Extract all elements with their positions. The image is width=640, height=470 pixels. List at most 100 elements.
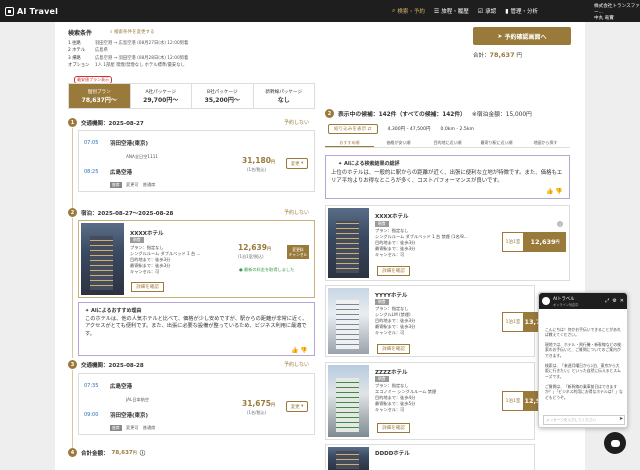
thumbs-down-icon[interactable]: 👎 [300, 347, 307, 354]
select-hotel-button[interactable]: 1泊1室 12,639 円 [502, 232, 566, 252]
meal-tag: 朝食 [375, 376, 389, 382]
change-flight-button[interactable]: 変更 ▾ [286, 158, 308, 169]
feedback-icons: 👍 👎 [546, 188, 563, 195]
hotel-photo[interactable] [81, 223, 124, 295]
send-icon[interactable]: ➤ [619, 416, 623, 422]
hotel-detail-button[interactable]: 詳細を確認 [377, 344, 410, 354]
hotel-detail-button[interactable]: 詳細を確認 [377, 266, 410, 276]
top-bar: AI Travel ⌕ 検索・予約 ☰ 旅程・履歴 ☑ 承認 ▮ 管理・分析 株式会社ト… [0, 0, 640, 22]
skip-booking-link[interactable]: 予約しない [284, 119, 309, 126]
flight-card-outbound: 07:05 羽田空港(東京) ANA全日空1111 08:25 広島空港 座席 … [78, 130, 315, 192]
tab-package-a[interactable]: A社パッケージ 29,700円〜 [131, 84, 192, 108]
hotel-info: プラン：指定なし シングルルーム ダブルベッド 1 台 禁煙 (1名/8... … [375, 228, 468, 257]
hotel-name[interactable]: XXXXホテル [130, 229, 163, 237]
results-header: 2 表示中の候補：142件（すべての候補：142件） ※宿泊金額：15,000円 [325, 109, 532, 118]
thumbs-up-icon[interactable]: 👍 [546, 188, 553, 195]
departure-airport: 広島空港 [110, 384, 133, 390]
meal-tag: 朝食 [375, 221, 389, 227]
hotel-photo[interactable] [328, 365, 369, 437]
section-flight-outbound-title: 1 交通機関：2025-08-27 [68, 118, 144, 127]
thumbs-down-icon[interactable]: 👎 [555, 188, 562, 195]
hotel-photo[interactable] [328, 208, 369, 278]
nav-itinerary[interactable]: ☰ 旅程・履歴 [433, 7, 469, 16]
condition-row: 3 帰路 広島空港 → 羽田空港 (08月28日(木) 12:00到着 [68, 55, 189, 61]
filter-row: 絞り込みを表示 ⇄ 4,300円 - 47,500円 0.0km - 2.5km [328, 124, 474, 134]
hotel-photo[interactable] [328, 288, 369, 354]
seat-info: 変更可 普通席 [126, 182, 156, 187]
filter-icon: ⇄ [367, 127, 372, 132]
total-summary: 合計：78,637 円 [473, 51, 522, 59]
timeline-line [72, 218, 73, 358]
hotel-name[interactable]: YYYYホテル [375, 291, 407, 299]
distance-range[interactable]: 0.0km - 2.5km [441, 127, 474, 132]
feedback-icons: 👍 👎 [291, 347, 308, 354]
chat-bubble-icon [610, 439, 620, 447]
list-icon: ☰ [433, 7, 440, 15]
chat-launcher-button[interactable] [604, 432, 626, 454]
show-filter-button[interactable]: 絞り込みを表示 ⇄ [328, 124, 378, 134]
chat-input[interactable]: メッセージを入力してください [543, 415, 625, 425]
departure-time: 07:35 [84, 383, 99, 389]
hotel-photo[interactable] [328, 447, 369, 470]
company-account[interactable]: 株式会社トランスファー... 中丸 竜實 [594, 4, 640, 22]
price-note: (1名/税込) [247, 410, 267, 415]
info-icon[interactable]: i [557, 221, 563, 227]
hotel-result-card: ZZZZホテル 朝食 プラン：指定なし エコノミー シングルルーム 禁煙 目的地… [325, 362, 554, 440]
app-logo[interactable]: AI Travel [5, 6, 59, 16]
hotel-result-card: YYYYホテル 朝食 プラン：指定なし シングルLM (禁煙) 目的地まで：徒歩… [325, 285, 554, 357]
change-conditions-link[interactable]: ⌕ 検索条件を変更する [110, 29, 154, 35]
sort-price[interactable]: 価格が安い順 [374, 138, 423, 147]
main-nav: ⌕ 検索・予約 ☰ 旅程・履歴 ☑ 承認 ▮ 管理・分析 [392, 0, 538, 22]
change-flight-button[interactable]: 変更 ▾ [286, 401, 308, 412]
ai-summary-panel: ✦ AIによる検索結果の総評 上位のホテルは、一般的に駅からの距離が近く、出張に… [325, 155, 570, 199]
tab-package-b[interactable]: B社パッケージ 35,200円〜 [192, 84, 254, 108]
price-updated-note: ● 最新の料金を取得しました [239, 267, 295, 272]
arrival-time: 08:25 [84, 169, 99, 175]
section-flight-return-title: 3 交通機関：2025-08-28 [68, 360, 144, 369]
hotel-name[interactable]: DDDDホテル [375, 449, 410, 457]
timeline-line [72, 128, 73, 210]
tab-individual-plan[interactable]: 個別プラン 78,637円〜 [69, 84, 131, 108]
price-note: (1泊1室/税込) [238, 254, 264, 259]
cancel-badge[interactable]: 変更料 キャンセル [287, 245, 309, 259]
thumbs-up-icon[interactable]: 👍 [291, 347, 298, 354]
sort-map[interactable]: 地図から探す [521, 138, 570, 147]
hotel-detail-button[interactable]: 詳細を確認 [377, 423, 410, 433]
sort-destination[interactable]: 目的地に近い順 [423, 138, 472, 147]
tab-shinkansen-package[interactable]: 新幹線パッケージ なし [254, 84, 315, 108]
sort-tabs: おすすめ順 価格が安い順 目的地に近い順 最寄り駅に近い順 地図から探す [325, 138, 570, 148]
ai-summary-title: ✦ AIによる検索結果の総評 [338, 161, 400, 167]
chat-message: ご質問は、「新幹線の乗車前日はできますか？」「ビジネス利用にお得なホテルは？」な… [545, 384, 623, 400]
meal-tag: 朝食 [130, 237, 144, 243]
close-icon[interactable]: ✕ [620, 298, 624, 304]
sort-station[interactable]: 最寄り駅に近い順 [472, 138, 521, 147]
nav-approval[interactable]: ☑ 承認 [478, 7, 496, 16]
logo-icon [5, 6, 14, 16]
departure-airport: 羽田空港(東京) [110, 141, 149, 147]
condition-row: 1 往路 羽田空港 → 広島空港 (08月27日(水) 12:00到着 [68, 41, 189, 46]
meal-tag: 朝食 [375, 299, 389, 305]
arrival-airport: 広島空港 [110, 170, 133, 176]
hotel-name[interactable]: XXXXホテル [375, 212, 408, 220]
condition-row: オプション 1人 1部屋 喫煙/禁煙なし ホテル標準/最安なし [68, 63, 185, 69]
info-icon[interactable]: ⓘ [140, 449, 146, 457]
price-range[interactable]: 4,300円 - 47,500円 [388, 126, 431, 132]
flight-card-return: 07:35 広島空港 JAL日本航空 09:00 羽田空港(東京) 座席 変更可… [78, 373, 315, 435]
nav-admin[interactable]: ▮ 管理・分析 [505, 7, 538, 16]
skip-booking-link[interactable]: 予約しない [284, 361, 309, 368]
sort-recommended[interactable]: おすすめ順 [325, 138, 374, 147]
package-tabs: 個別プラン 78,637円〜 A社パッケージ 29,700円〜 B社パッケージ 35,… [68, 83, 315, 109]
hotel-name[interactable]: ZZZZホテル [375, 368, 407, 376]
flight-price: 31,675円 [242, 399, 275, 408]
confirm-booking-button[interactable]: ➤ 予約確認画面へ [473, 27, 571, 45]
nav-search[interactable]: ⌕ 検索・予約 [392, 7, 425, 15]
gear-icon[interactable]: ⚙ [612, 298, 616, 304]
hotel-info: プラン：指定なし エコノミー シングルルーム 禁煙 目的地まで：徒歩4分 最寄駅… [375, 383, 437, 412]
hotel-card-selected: XXXXホテル 朝食 プラン：指定なし シングルルーム ダブルベッド 1 台 .… [78, 220, 315, 298]
assistant-status: オンライン対応中 [553, 302, 579, 307]
hotel-detail-button[interactable]: 詳細を確認 [131, 282, 164, 292]
expand-icon[interactable]: ⤢ [605, 298, 609, 304]
skip-booking-link[interactable]: 予約しない [284, 209, 309, 216]
app-name: AI Travel [17, 6, 59, 16]
company-name: 株式会社トランスファー... [594, 4, 640, 15]
